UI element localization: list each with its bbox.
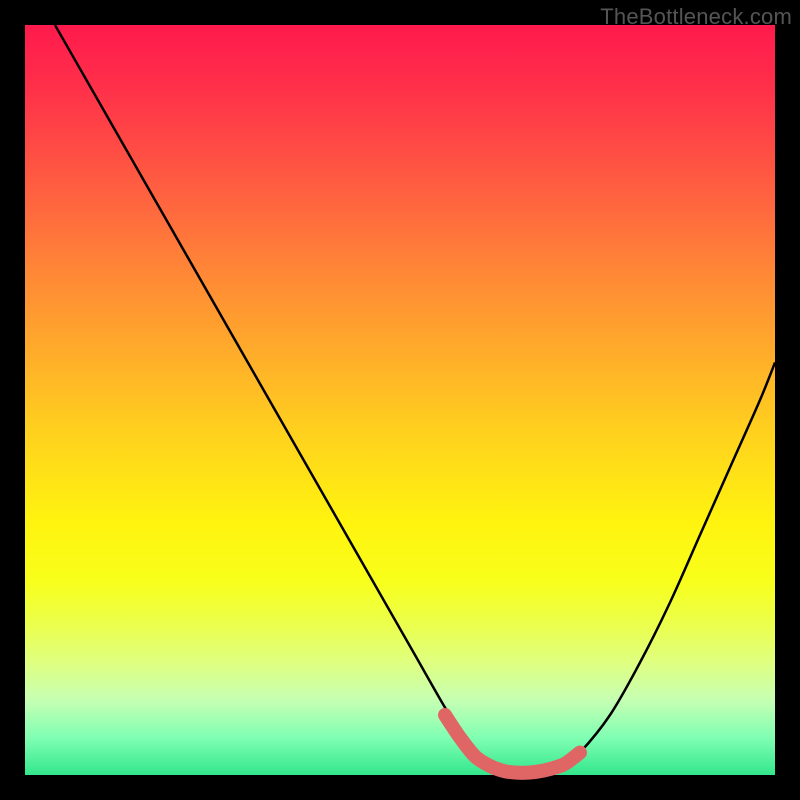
curve-group: [55, 25, 775, 773]
highlight-group: [445, 715, 580, 773]
outer-frame: TheBottleneck.com: [0, 0, 800, 800]
chart-overlay: [0, 0, 800, 800]
bottleneck-curve-path: [55, 25, 775, 773]
optimal-range-path: [445, 715, 580, 773]
watermark-label: TheBottleneck.com: [600, 4, 792, 30]
